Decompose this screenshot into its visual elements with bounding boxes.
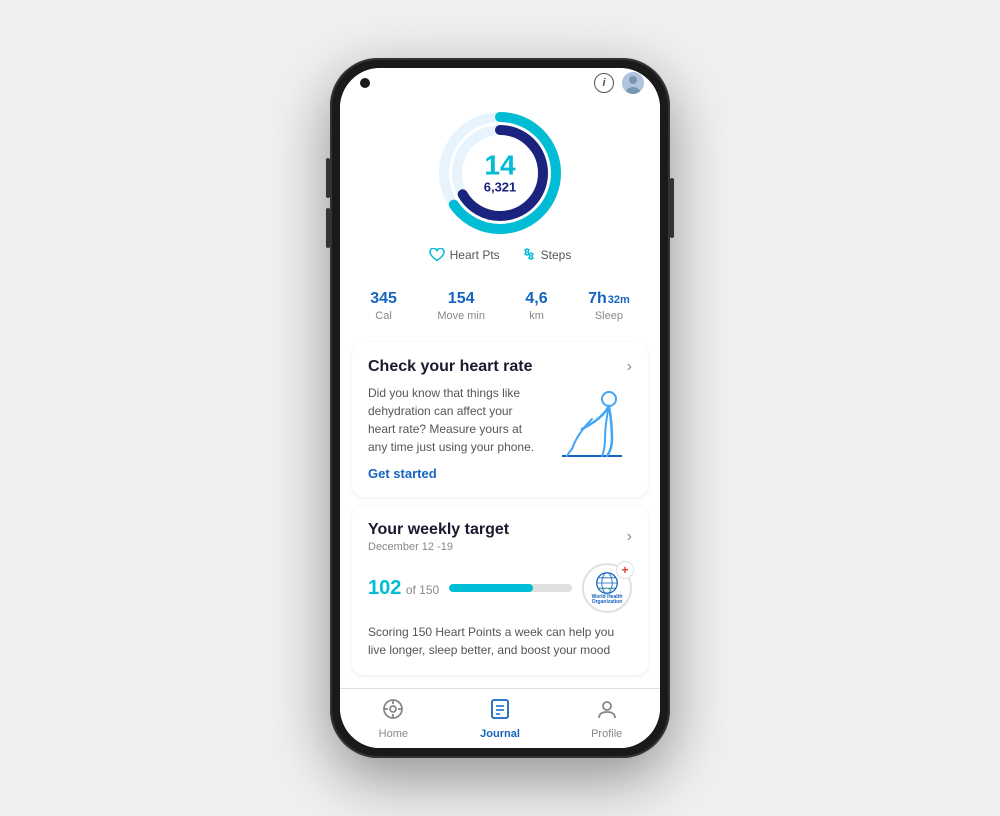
legend-heart-label: Heart Pts <box>450 248 500 262</box>
info-icon[interactable]: i <box>594 73 614 93</box>
profile-icon <box>596 698 618 726</box>
volume-down-button <box>326 208 330 248</box>
front-camera <box>360 78 370 88</box>
main-content: 14 6,321 Heart Pts <box>340 98 660 688</box>
stat-km: 4,6 km <box>525 290 547 322</box>
phone-frame: i <box>330 58 670 758</box>
chevron-right-icon[interactable]: › <box>627 358 632 376</box>
move-label: Move min <box>437 310 485 322</box>
get-started-button[interactable]: Get started <box>368 466 542 481</box>
progress-bar-fill <box>449 584 533 592</box>
target-progress-row: 102 of 150 <box>368 563 632 613</box>
nav-journal[interactable]: Journal <box>447 698 554 740</box>
heart-icon <box>429 248 445 262</box>
current-value: 102 <box>368 577 401 599</box>
stats-row: 345 Cal 154 Move min 4,6 km 7h 32m Sleep <box>340 278 660 334</box>
avatar[interactable] <box>622 72 644 94</box>
info-char: i <box>602 77 605 89</box>
plus-badge: + <box>616 561 634 579</box>
phone-screen: i <box>340 68 660 748</box>
profile-label: Profile <box>591 728 622 740</box>
heart-rate-title: Check your heart rate <box>368 358 533 376</box>
sleep-minutes: 32m <box>608 294 630 306</box>
heart-pts-value: 14 <box>484 152 517 180</box>
weekly-target-title: Your weekly target <box>368 521 509 539</box>
steps-icon <box>520 248 536 262</box>
heart-rate-header: Check your heart rate › <box>368 358 632 376</box>
nav-home[interactable]: Home <box>340 698 447 740</box>
target-current-value: 102 of 150 <box>368 577 439 600</box>
steps-value: 6,321 <box>484 180 517 195</box>
sleep-label: Sleep <box>588 310 630 322</box>
ring-values: 14 6,321 <box>484 152 517 195</box>
legend-steps-label: Steps <box>541 248 572 262</box>
stat-cal: 345 Cal <box>370 290 397 322</box>
heart-rate-illustration <box>552 384 632 464</box>
home-label: Home <box>379 728 408 740</box>
km-value: 4,6 <box>525 290 547 308</box>
activity-ring: 14 6,321 <box>435 108 565 238</box>
weekly-target-date: December 12 -19 <box>368 541 509 553</box>
weekly-target-header: Your weekly target December 12 -19 › <box>368 521 632 553</box>
nav-profile[interactable]: Profile <box>553 698 660 740</box>
sleep-hours: 7h <box>588 290 607 308</box>
sleep-value-container: 7h 32m <box>588 290 630 308</box>
journal-label: Journal <box>480 728 520 740</box>
home-icon <box>382 698 404 726</box>
weekly-target-card: Your weekly target December 12 -19 › 102… <box>352 505 648 675</box>
legend-heart-pts: Heart Pts <box>429 248 500 262</box>
stat-sleep: 7h 32m Sleep <box>588 290 630 322</box>
power-button <box>670 178 674 238</box>
move-value: 154 <box>437 290 485 308</box>
who-badge: World HealthOrganization + <box>582 563 632 613</box>
heart-rate-text: Did you know that things like dehydratio… <box>368 384 542 481</box>
who-globe-icon <box>595 571 619 595</box>
ring-legend: Heart Pts Steps <box>429 248 572 262</box>
progress-bar-container <box>449 584 572 592</box>
bottom-nav: Home Journal <box>340 688 660 748</box>
heart-rate-card: Check your heart rate › Did you know tha… <box>352 342 648 497</box>
target-of-label: of <box>406 583 419 597</box>
target-max-value: 150 <box>419 583 439 597</box>
cal-value: 345 <box>370 290 397 308</box>
heart-rate-body: Did you know that things like dehydratio… <box>368 384 632 481</box>
weekly-chevron-icon[interactable]: › <box>627 528 632 546</box>
stat-move: 154 Move min <box>437 290 485 322</box>
cal-label: Cal <box>370 310 397 322</box>
journal-icon <box>489 698 511 726</box>
legend-steps: Steps <box>520 248 572 262</box>
status-icons: i <box>594 72 644 94</box>
ring-section: 14 6,321 Heart Pts <box>340 98 660 278</box>
status-bar: i <box>340 68 660 98</box>
who-text: World HealthOrganization <box>592 595 623 606</box>
heart-rate-description: Did you know that things like dehydratio… <box>368 384 542 456</box>
km-label: km <box>525 310 547 322</box>
volume-up-button <box>326 158 330 198</box>
target-description: Scoring 150 Heart Points a week can help… <box>368 623 632 659</box>
